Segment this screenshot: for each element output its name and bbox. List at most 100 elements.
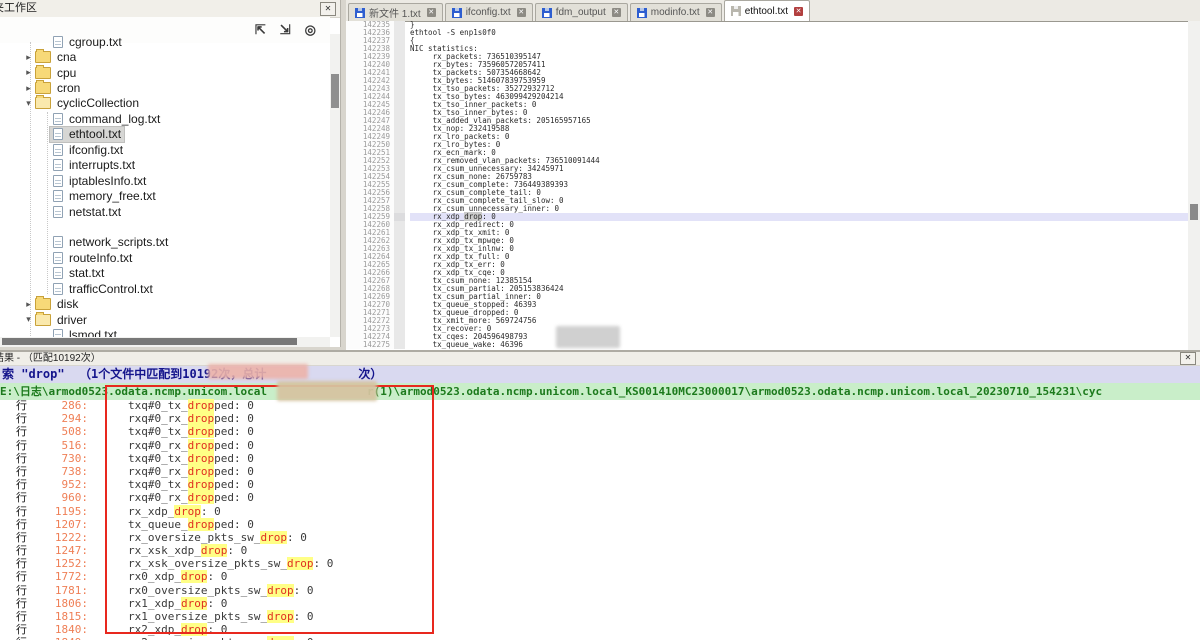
editor-vertical-scrollbar[interactable] xyxy=(1188,21,1200,350)
tab-fdm_output[interactable]: fdm_output✕ xyxy=(535,3,628,21)
tree-item-routeinfo-txt[interactable]: routeInfo.txt xyxy=(0,250,330,265)
tree-item-cycliccollection[interactable]: ▾cyclicCollection xyxy=(0,96,330,111)
result-line-word: 行 xyxy=(16,506,36,519)
result-row[interactable]: 行730:txq#0_tx_dropped: 0 xyxy=(0,452,1200,465)
tab-ifconfig-txt[interactable]: ifconfig.txt✕ xyxy=(445,3,533,21)
chevron-right-icon[interactable]: ▸ xyxy=(22,299,35,310)
close-icon[interactable]: ✕ xyxy=(612,8,621,17)
close-icon[interactable]: ✕ xyxy=(427,8,436,17)
match-highlight: drop xyxy=(181,623,208,636)
bookmark-margin xyxy=(394,189,405,197)
tree-item-stat-txt[interactable]: stat.txt xyxy=(0,266,330,281)
tree-item-network_scripts-txt[interactable]: network_scripts.txt xyxy=(0,235,330,250)
tree-item-hit-area: memory_free.txt xyxy=(50,189,159,204)
results-title-bar: 结果 - （匹配10192次） ✕ xyxy=(0,352,1200,366)
result-row[interactable]: 行1195:rx_xdp_drop: 0 xyxy=(0,505,1200,518)
tree-item-cpu[interactable]: ▸cpu xyxy=(0,65,330,80)
tree-item-label: cron xyxy=(57,81,80,95)
file-icon xyxy=(53,113,63,125)
result-line-number: 1207: xyxy=(36,518,88,531)
result-row[interactable]: 行1252:rx_xsk_oversize_pkts_sw_drop: 0 xyxy=(0,557,1200,570)
tab-label: 新文件 1.txt xyxy=(369,5,421,20)
result-row[interactable]: 行952:txq#0_tx_dropped: 0 xyxy=(0,478,1200,491)
tree-item-trafficcontrol-txt[interactable]: trafficControl.txt xyxy=(0,281,330,296)
tree-item-command_log-txt[interactable]: command_log.txt xyxy=(0,111,330,126)
workspace-title-bar: 夹工作区 ✕ xyxy=(0,0,340,18)
chevron-down-icon[interactable]: ▾ xyxy=(22,98,35,109)
result-line-number: 1222: xyxy=(36,531,88,544)
result-text: txq#0_tx_dropped: 0 xyxy=(128,452,254,465)
tree-item-hit-area: trafficControl.txt xyxy=(50,281,156,296)
result-line-word: 行 xyxy=(16,585,36,598)
tree-item-disk[interactable]: ▸ disk xyxy=(0,296,330,311)
close-icon[interactable]: ✕ xyxy=(320,2,336,16)
result-row[interactable]: 行294:rxq#0_rx_dropped: 0 xyxy=(0,412,1200,425)
tree-item-interrupts-txt[interactable]: interrupts.txt xyxy=(0,158,330,173)
tree-item-driver[interactable]: ▾driver xyxy=(0,312,330,327)
tree-item-lsmod-txt[interactable]: lsmod.txt xyxy=(0,327,330,337)
tree-item-hit-area: lsmod.txt xyxy=(50,328,120,337)
result-row[interactable]: 行1247:rx_xsk_xdp_drop: 0 xyxy=(0,544,1200,557)
bookmark-margin xyxy=(394,125,405,133)
tree-item-label: disk xyxy=(57,297,78,311)
result-row[interactable]: 行1815:rx1_oversize_pkts_sw_drop: 0 xyxy=(0,610,1200,623)
results-search-summary[interactable]: 索 "drop" （1个文件中匹配到10192次，总计次） xyxy=(0,366,1200,383)
bookmark-margin xyxy=(394,85,405,93)
close-icon[interactable]: ✕ xyxy=(1180,352,1196,365)
tree-item-cna[interactable]: ▸cna xyxy=(0,49,330,64)
tree-vertical-scrollbar[interactable] xyxy=(330,34,340,337)
editor-line-text: tx_queue_stopped: 46393 xyxy=(410,301,1188,309)
tree-horizontal-scrollbar[interactable] xyxy=(0,337,330,347)
result-row[interactable]: 行516:rxq#0_rx_dropped: 0 xyxy=(0,439,1200,452)
tree-item-ethtool-txt[interactable]: ethtool.txt xyxy=(0,127,330,142)
tree-item-iptablesinfo-txt[interactable]: iptablesInfo.txt xyxy=(0,173,330,188)
tree-item-cgroup-txt[interactable]: cgroup.txt xyxy=(0,34,330,49)
scrollbar-thumb[interactable] xyxy=(1190,204,1198,220)
results-file-path[interactable]: E:\日志\armod0523.odata.ncmp.unicom.localr… xyxy=(0,383,1200,400)
result-row[interactable]: 行1222:rx_oversize_pkts_sw_drop: 0 xyxy=(0,531,1200,544)
close-icon[interactable]: ✕ xyxy=(517,8,526,17)
close-icon[interactable]: ✕ xyxy=(794,7,803,16)
result-row[interactable]: 行286:txq#0_tx_dropped: 0 xyxy=(0,399,1200,412)
result-row[interactable]: 行1781:rx0_oversize_pkts_sw_drop: 0 xyxy=(0,584,1200,597)
tab-ethtool-txt[interactable]: ethtool.txt✕ xyxy=(724,0,810,21)
result-text: rxq#0_rx_dropped: 0 xyxy=(128,439,254,452)
result-line-word: 行 xyxy=(16,426,36,439)
tree-item-cron[interactable]: ▸ cron xyxy=(0,80,330,95)
result-row[interactable]: 行1207:tx_queue_dropped: 0 xyxy=(0,518,1200,531)
result-row[interactable]: 行1772:rx0_xdp_drop: 0 xyxy=(0,570,1200,583)
match-highlight: drop xyxy=(287,557,314,570)
bookmark-margin xyxy=(394,133,405,141)
editor-line[interactable]: 142236ethtool -S enp1s0f0 xyxy=(346,29,1188,37)
editor-line-text: tx_cqes: 204596498793 xyxy=(410,333,1188,341)
result-row[interactable]: 行960:rxq#0_rx_dropped: 0 xyxy=(0,491,1200,504)
result-row[interactable]: 行738:rxq#0_rx_dropped: 0 xyxy=(0,465,1200,478)
chevron-right-icon[interactable]: ▸ xyxy=(22,67,35,78)
result-row[interactable]: 行1806:rx1_xdp_drop: 0 xyxy=(0,597,1200,610)
close-icon[interactable]: ✕ xyxy=(706,8,715,17)
result-row[interactable]: 行1840:rx2_xdp_drop: 0 xyxy=(0,623,1200,636)
result-row[interactable]: 行1849:rx2_oversize_pkts_sw_drop: 0 xyxy=(0,636,1200,640)
tab--1-txt[interactable]: 新文件 1.txt ✕ xyxy=(348,3,443,21)
chevron-down-icon[interactable]: ▾ xyxy=(22,314,35,325)
scrollbar-thumb[interactable] xyxy=(331,74,339,108)
editor-text-area[interactable]: 142235}142236ethtool -S enp1s0f0142237{1… xyxy=(346,21,1188,350)
results-row-list: 行286:txq#0_tx_dropped: 0行294:rxq#0_rx_dr… xyxy=(0,399,1200,640)
tree-item-ifconfig-txt[interactable]: ifconfig.txt xyxy=(0,142,330,157)
result-row[interactable]: 行508:txq#0_tx_dropped: 0 xyxy=(0,425,1200,438)
chevron-right-icon[interactable]: ▸ xyxy=(22,52,35,63)
tab-modinfo-txt[interactable]: modinfo.txt✕ xyxy=(630,3,722,21)
search-results-panel: 结果 - （匹配10192次） ✕ 索 "drop" （1个文件中匹配到1019… xyxy=(0,350,1200,640)
result-line-word: 行 xyxy=(16,519,36,532)
scrollbar-thumb[interactable] xyxy=(2,338,297,345)
editor-line[interactable]: 142275 tx_queue_wake: 46396 xyxy=(346,341,1188,349)
chevron-right-icon[interactable]: ▸ xyxy=(22,83,35,94)
floppy-icon xyxy=(452,8,462,18)
file-icon xyxy=(53,236,63,248)
result-text: rx1_xdp_drop: 0 xyxy=(128,597,227,610)
tree-item-memory_free-txt[interactable]: memory_free.txt xyxy=(0,188,330,203)
folder-icon xyxy=(35,298,51,310)
tab-bar: 新文件 1.txt✕ifconfig.txt✕fdm_output✕modinf… xyxy=(346,0,1200,22)
tree-item-netstat-txt[interactable]: netstat.txt xyxy=(0,204,330,219)
result-text: txq#0_tx_dropped: 0 xyxy=(128,478,254,491)
